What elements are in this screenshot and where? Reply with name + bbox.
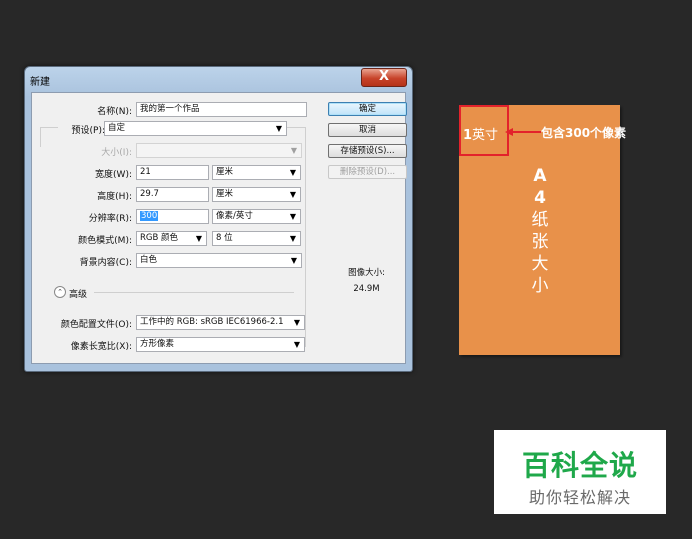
pixel-aspect-select[interactable]: 方形像素 ▼ bbox=[136, 337, 305, 352]
paper-label-4: 4 bbox=[534, 188, 546, 208]
watermark-title: 百科全说 bbox=[521, 449, 638, 482]
name-label: 名称(N): bbox=[97, 107, 132, 117]
advanced-toggle-button[interactable]: ⌃ bbox=[54, 286, 66, 298]
resolution-label: 分辨率(R): bbox=[88, 214, 132, 224]
color-mode-select[interactable]: RGB 颜色 ▼ bbox=[136, 231, 207, 246]
watermark-subtitle: 助你轻松解决 bbox=[528, 488, 631, 507]
chevron-down-icon: ▼ bbox=[289, 234, 296, 243]
color-profile-select[interactable]: 工作中的 RGB: sRGB IEC61966-2.1 ▼ bbox=[136, 315, 305, 330]
preset-select[interactable]: 自定 ▼ bbox=[104, 121, 287, 136]
bit-depth-select[interactable]: 8 位 ▼ bbox=[212, 231, 301, 246]
paper-label-char: 纸 bbox=[531, 210, 549, 230]
preset-group-border-right bbox=[284, 127, 306, 128]
dialog-body: 名称(N): 我的第一个作品 预设(P): 自定 ▼ 大小(I): ▼ 宽度(W… bbox=[31, 92, 407, 364]
height-label: 高度(H): bbox=[97, 192, 132, 202]
preset-group-border-side-right bbox=[305, 127, 306, 347]
width-unit-select[interactable]: 厘米 ▼ bbox=[212, 165, 301, 180]
pixel-aspect-label: 像素长宽比(X): bbox=[70, 342, 132, 352]
color-profile-label: 颜色配置文件(O): bbox=[60, 320, 132, 330]
height-unit-select[interactable]: 厘米 ▼ bbox=[212, 187, 301, 202]
size-select: ▼ bbox=[136, 143, 302, 158]
save-preset-button[interactable]: 存储预设(S)... bbox=[328, 144, 407, 158]
paper-label-char: 张 bbox=[531, 232, 549, 252]
chevron-down-icon: ▼ bbox=[291, 316, 300, 329]
chevron-down-icon: ▼ bbox=[289, 190, 296, 199]
name-input[interactable]: 我的第一个作品 bbox=[136, 102, 307, 117]
chevron-down-icon: ▼ bbox=[289, 168, 296, 177]
advanced-divider bbox=[94, 292, 294, 293]
pixel-count-annotation: 包含300个像素 bbox=[541, 126, 627, 140]
size-label: 大小(I): bbox=[101, 148, 132, 158]
dialog-titlebar[interactable]: 新建 X bbox=[25, 67, 412, 91]
ok-button[interactable]: 确定 bbox=[328, 102, 407, 116]
color-mode-label: 颜色模式(M): bbox=[78, 236, 132, 246]
width-label: 宽度(W): bbox=[95, 170, 132, 180]
width-input[interactable]: 21 bbox=[136, 165, 209, 180]
background-label: 背景内容(C): bbox=[79, 258, 132, 268]
paper-label-char: 小 bbox=[531, 276, 549, 296]
chevron-down-icon: ▼ bbox=[289, 212, 296, 221]
pixel-aspect-value: 方形像素 bbox=[140, 339, 175, 349]
background-select[interactable]: 白色 ▼ bbox=[136, 253, 302, 268]
new-document-dialog: 新建 X 名称(N): 我的第一个作品 预设(P): 自定 ▼ 大小(I): ▼… bbox=[24, 66, 413, 372]
one-inch-unit: 英寸 bbox=[472, 128, 499, 143]
chevrons-up-icon: ⌃ bbox=[57, 288, 63, 296]
watermark-logo: 百科全说 助你轻松解决 bbox=[494, 430, 666, 514]
height-input[interactable]: 29.7 bbox=[136, 187, 209, 202]
dialog-title: 新建 bbox=[30, 77, 50, 88]
delete-preset-button: 删除预设(D)... bbox=[328, 165, 407, 179]
paper-label-a: A bbox=[533, 166, 547, 186]
chevron-down-icon: ▼ bbox=[195, 234, 202, 243]
one-inch-number: 1 bbox=[463, 128, 473, 143]
chevron-down-icon: ▼ bbox=[290, 256, 297, 265]
chevron-down-icon: ▼ bbox=[290, 146, 297, 155]
image-size-value: 24.9M bbox=[353, 284, 380, 294]
a4-paper-label: A 4 纸 张 大 小 bbox=[520, 165, 560, 297]
height-unit-value: 厘米 bbox=[216, 189, 234, 199]
resolution-unit-value: 像素/英寸 bbox=[216, 211, 253, 221]
preset-label: 预设(P): bbox=[71, 126, 105, 136]
chevron-down-icon: ▼ bbox=[293, 340, 300, 349]
close-button[interactable]: X bbox=[361, 68, 407, 87]
advanced-label: 高级 bbox=[69, 290, 88, 300]
color-profile-value: 工作中的 RGB: sRGB IEC61966-2.1 bbox=[140, 317, 284, 327]
left-arrow-icon bbox=[505, 128, 541, 136]
width-unit-value: 厘米 bbox=[216, 167, 234, 177]
background-value: 白色 bbox=[140, 255, 158, 265]
chevron-down-icon: ▼ bbox=[275, 124, 282, 133]
paper-label-char: 大 bbox=[531, 254, 549, 274]
bit-depth-value: 8 位 bbox=[216, 233, 233, 243]
resolution-input[interactable]: 300 bbox=[136, 209, 209, 224]
color-mode-value: RGB 颜色 bbox=[140, 233, 179, 243]
one-inch-label: 1英寸 bbox=[463, 124, 498, 143]
image-size-label: 图像大小: bbox=[348, 268, 385, 278]
resolution-unit-select[interactable]: 像素/英寸 ▼ bbox=[212, 209, 301, 224]
resolution-value: 300 bbox=[140, 211, 159, 221]
preset-value: 自定 bbox=[108, 123, 126, 133]
cancel-button[interactable]: 取消 bbox=[328, 123, 407, 137]
